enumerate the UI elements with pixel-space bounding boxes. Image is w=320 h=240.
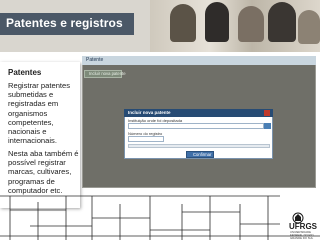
photo-person	[298, 10, 320, 44]
photo-person	[268, 2, 296, 42]
ufrgs-logo-subtitle: UNIVERSIDADE FEDERAL DO RIO GRANDE DO SU…	[290, 230, 314, 240]
description-paragraph: Registrar patentes submetidas e registra…	[8, 81, 71, 146]
horizontal-scrollbar[interactable]	[128, 144, 270, 148]
dialog-title: Incluir nova patente	[128, 110, 171, 115]
photo-person	[205, 2, 229, 42]
photo-person	[170, 4, 196, 42]
footer-line-art	[0, 195, 320, 240]
photo-person	[238, 6, 264, 42]
institution-field[interactable]	[128, 123, 264, 129]
add-patent-button-label: Incluir nova patente	[89, 71, 126, 76]
description-heading: Patentes	[8, 68, 42, 77]
search-icon[interactable]	[264, 123, 271, 129]
registration-number-field[interactable]	[128, 136, 164, 142]
app-titlebar	[82, 56, 316, 65]
close-icon[interactable]	[264, 110, 270, 116]
app-window-title: Patente	[86, 57, 104, 63]
confirm-button-label: Confirmar	[193, 152, 212, 157]
slide-title: Patentes e registros	[6, 16, 123, 30]
